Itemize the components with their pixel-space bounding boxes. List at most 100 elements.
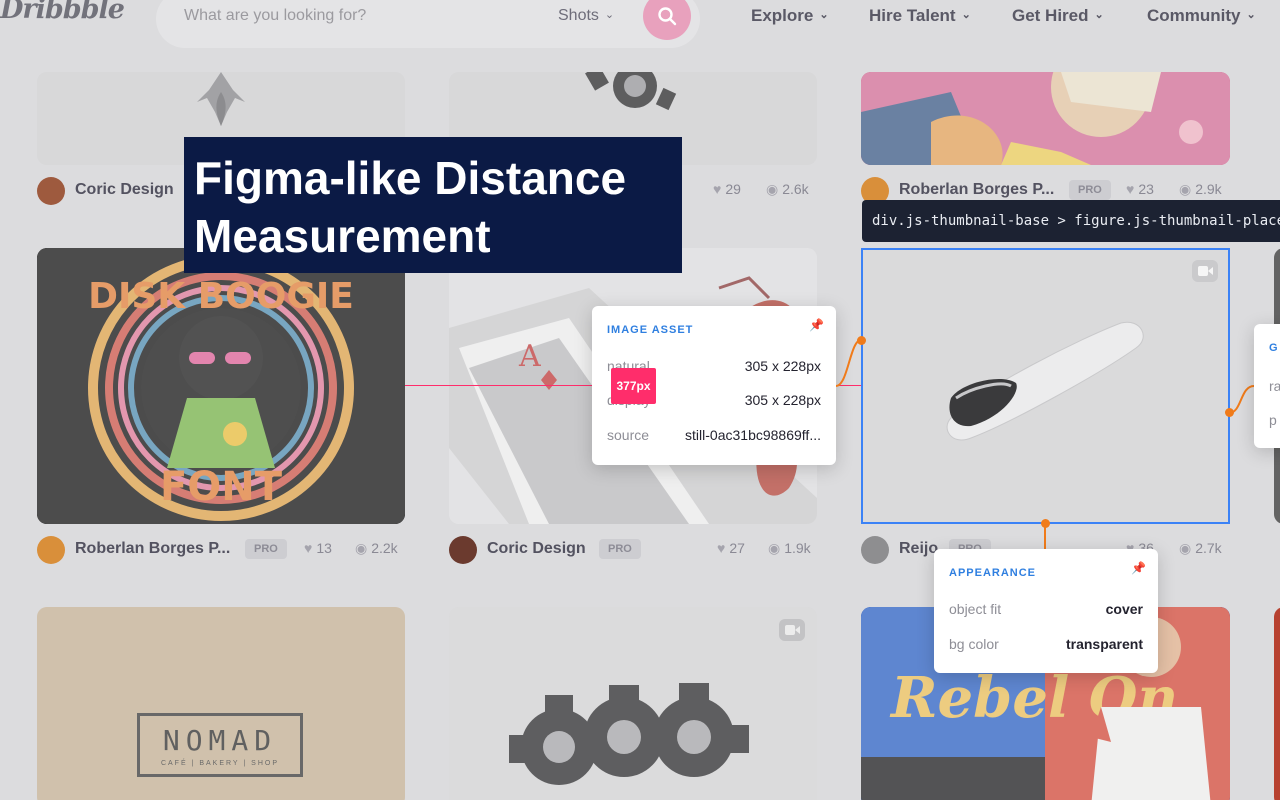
- search-scope-label: Shots: [558, 7, 599, 24]
- dribbble-logo[interactable]: Dribbble: [0, 0, 125, 25]
- likes-value: 13: [316, 540, 332, 556]
- shot-author[interactable]: Coric Design: [75, 181, 174, 199]
- likes-value: 27: [729, 540, 745, 556]
- pin-icon[interactable]: 📌: [1131, 561, 1146, 575]
- shot-author[interactable]: Reijo: [899, 540, 938, 558]
- feature-title-line1: Figma-like Distance: [194, 152, 627, 204]
- panel-heading: G: [1269, 342, 1279, 354]
- feature-title-line2: Measurement: [194, 210, 491, 262]
- nav-hire-talent[interactable]: Hire Talent ⌄: [869, 6, 971, 26]
- shot-author[interactable]: Coric Design: [487, 540, 586, 558]
- appearance-row-bg-color: bg color transparent: [949, 636, 1143, 656]
- nav-hire-talent-label: Hire Talent: [869, 6, 956, 25]
- avatar[interactable]: [37, 536, 65, 564]
- art-text: DISK BOOGIE: [88, 276, 354, 317]
- shot-author[interactable]: Roberlan Borges P...: [75, 540, 230, 558]
- illustration-image: [861, 72, 1230, 165]
- shot-thumbnail-partial[interactable]: [1274, 607, 1280, 800]
- views-count: ◉ 2.9k: [1179, 181, 1222, 198]
- likes-value: 23: [1138, 181, 1154, 197]
- nav-explore[interactable]: Explore ⌄: [751, 6, 829, 26]
- art-text: FONT: [160, 464, 283, 510]
- asset-row-source: source still-0ac31bc98869ff...: [607, 427, 821, 447]
- shot-thumbnail[interactable]: [861, 72, 1230, 165]
- chevron-down-icon: ⌄: [1094, 9, 1104, 21]
- nav-get-hired[interactable]: Get Hired ⌄: [1012, 6, 1104, 26]
- likes-count: ♥ 23: [1126, 181, 1154, 197]
- shot-thumbnail[interactable]: [449, 607, 817, 800]
- panel-heading: APPEARANCE: [949, 567, 1037, 579]
- asset-value: 305 x 228px: [744, 392, 821, 408]
- partial-panel-key: ra: [1269, 378, 1280, 394]
- partial-panel-key: p: [1269, 412, 1277, 428]
- likes-count: ♥ 29: [713, 181, 741, 197]
- appearance-value: transparent: [1065, 636, 1143, 652]
- shot-meta: Coric Design PRO: [449, 536, 817, 564]
- heart-icon: ♥: [1126, 181, 1135, 197]
- views-count: ◉ 2.2k: [355, 540, 398, 557]
- search-scope-dropdown[interactable]: Shots ⌄: [558, 7, 614, 25]
- appearance-panel[interactable]: APPEARANCE 📌 object fit cover bg color t…: [934, 549, 1158, 673]
- search-icon: [658, 7, 677, 26]
- eye-icon: ◉: [1179, 540, 1192, 556]
- nav-community[interactable]: Community ⌄: [1147, 6, 1256, 26]
- chevron-down-icon: ⌄: [1246, 9, 1256, 21]
- nav-get-hired-label: Get Hired: [1012, 6, 1089, 25]
- shot-meta: Roberlan Borges P... PRO: [37, 536, 405, 564]
- disk-boogie-image: DISK BOOGIE FONT: [37, 248, 405, 524]
- shot-thumbnail[interactable]: NOMAD CAFÉ | BAKERY | SHOP: [37, 607, 405, 800]
- selection-outline: [861, 248, 1230, 524]
- chevron-down-icon: ⌄: [961, 9, 971, 21]
- nomad-sign: NOMAD CAFÉ | BAKERY | SHOP: [137, 713, 303, 777]
- search-input[interactable]: What are you looking for?: [184, 7, 366, 25]
- appearance-key: object fit: [949, 601, 1002, 617]
- appearance-value: cover: [1105, 601, 1143, 617]
- panel-heading: IMAGE ASSET: [607, 324, 694, 336]
- pin-icon[interactable]: 📌: [809, 318, 824, 332]
- likes-count: ♥ 27: [717, 540, 745, 556]
- avatar[interactable]: [37, 177, 65, 205]
- views-value: 2.7k: [1195, 540, 1222, 556]
- shot-thumbnail[interactable]: DISK BOOGIE FONT: [37, 248, 405, 524]
- eye-icon: ◉: [1179, 181, 1192, 197]
- art-text: NOMAD: [162, 724, 278, 757]
- avatar[interactable]: [449, 536, 477, 564]
- eye-icon: ◉: [766, 181, 779, 197]
- element-selector-tooltip: div.js-thumbnail-base > figure.js-thumbn…: [862, 200, 1280, 242]
- views-count: ◉ 1.9k: [768, 540, 811, 557]
- art-text: CAFÉ | BAKERY | SHOP: [160, 760, 280, 767]
- anchor-dot: [857, 336, 866, 345]
- heart-icon: ♥: [304, 540, 313, 556]
- chevron-down-icon: ⌄: [819, 9, 829, 21]
- nav-explore-label: Explore: [751, 6, 814, 25]
- art-text: A: [518, 339, 541, 374]
- asset-key: source: [607, 427, 650, 443]
- pro-badge: PRO: [245, 539, 287, 559]
- anchor-dot: [1041, 519, 1050, 528]
- distance-label: 377px: [611, 368, 656, 404]
- partial-info-panel[interactable]: G ra p: [1254, 324, 1280, 448]
- appearance-key: bg color: [949, 636, 999, 652]
- likes-value: 29: [725, 181, 741, 197]
- likes-count: ♥ 13: [304, 540, 332, 556]
- views-value: 2.2k: [371, 540, 398, 556]
- asset-value: 305 x 228px: [744, 358, 821, 374]
- views-value: 2.9k: [1195, 181, 1222, 197]
- shot-author[interactable]: Roberlan Borges P...: [899, 181, 1054, 199]
- pro-badge: PRO: [599, 539, 641, 559]
- views-count: ◉ 2.6k: [766, 181, 809, 198]
- pro-badge: PRO: [1069, 180, 1111, 200]
- feature-title-banner: Figma-like Distance Measurement: [184, 137, 682, 273]
- views-count: ◉ 2.7k: [1179, 540, 1222, 557]
- nav-community-label: Community: [1147, 6, 1241, 25]
- asset-value[interactable]: still-0ac31bc98869ff...: [685, 427, 821, 443]
- heart-icon: ♥: [713, 181, 722, 197]
- video-icon: [779, 619, 805, 641]
- eye-icon: ◉: [355, 540, 368, 556]
- views-value: 1.9k: [784, 540, 811, 556]
- eye-icon: ◉: [768, 540, 781, 556]
- chevron-down-icon: ⌄: [604, 9, 615, 21]
- appearance-row-object-fit: object fit cover: [949, 601, 1143, 621]
- avatar[interactable]: [861, 536, 889, 564]
- anchor-dot: [1225, 408, 1234, 417]
